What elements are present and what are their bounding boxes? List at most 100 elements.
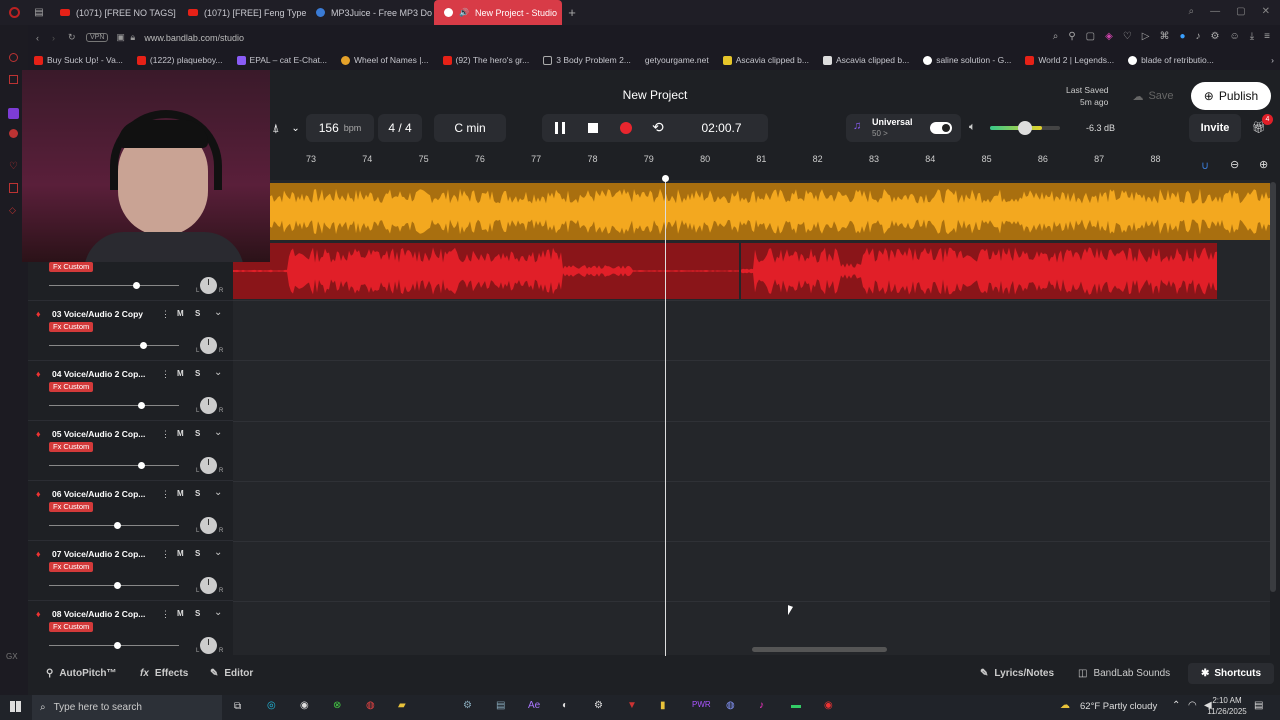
mic-icon[interactable]: ♦ [36, 549, 41, 559]
publish-button[interactable]: ⊕ Publish [1191, 82, 1271, 110]
chevron-down-icon[interactable]: ⌄ [214, 607, 222, 618]
fx-custom-badge[interactable]: Fx Custom [49, 262, 94, 272]
fx-custom-badge[interactable]: Fx Custom [49, 502, 94, 512]
clock-time[interactable]: 2:10 AM [1205, 696, 1249, 705]
lyrics-notes-button[interactable]: ✎ Lyrics/Notes [980, 668, 1054, 679]
bookmark-1[interactable]: Buy Suck Up! - Va... [34, 55, 123, 65]
tempo-control[interactable]: 156 bpm [306, 114, 374, 142]
track-row[interactable]: ♦ 06 Voice/Audio 2 Cop... ⋮ M S ⌄ Fx Custom L R [28, 481, 233, 541]
back-icon[interactable]: ‹ [36, 33, 52, 43]
track-name[interactable]: 06 Voice/Audio 2 Cop... [52, 489, 145, 499]
terminal-icon[interactable]: ▬ [791, 700, 801, 711]
extensions-icon[interactable]: ◇ [9, 205, 16, 216]
track-menu-icon[interactable]: ⋮ [161, 549, 170, 560]
reload-icon[interactable]: ↻ [68, 32, 86, 43]
bookmark-11[interactable]: World 2 | Legends... [1025, 55, 1114, 65]
discord-icon[interactable]: ◍ [726, 700, 735, 711]
fx-custom-badge[interactable]: Fx Custom [49, 382, 94, 392]
solo-button[interactable]: S [195, 429, 200, 438]
track-region-orange[interactable] [270, 183, 1270, 240]
taskbar-search-box[interactable]: ⌕ Type here to search [32, 695, 222, 720]
youtube-icon[interactable] [9, 129, 18, 138]
tab-mp3juice[interactable]: MP3Juice - Free MP3 Do [306, 0, 434, 25]
project-title[interactable]: New Project [590, 88, 720, 102]
site-info-icon[interactable]: ▣ [116, 32, 130, 43]
key-selector[interactable]: C min [434, 114, 506, 142]
track-volume-slider[interactable] [49, 522, 179, 529]
shortcuts-button[interactable]: ✱ Shortcuts [1188, 663, 1274, 684]
more-bookmarks-icon[interactable]: › [1271, 55, 1274, 65]
clock-date[interactable]: 11/26/2025 [1200, 707, 1254, 716]
vertical-scrollbar[interactable] [1270, 182, 1276, 592]
playhead[interactable] [662, 175, 669, 656]
heart-icon[interactable]: ♡ [9, 161, 18, 172]
more-icon[interactable]: GX [6, 652, 18, 661]
bookmark-7[interactable]: getyourgame.net [645, 55, 709, 65]
fx-custom-badge[interactable]: Fx Custom [49, 322, 94, 332]
windows-start-icon[interactable] [10, 701, 21, 712]
zoom-in-icon[interactable]: ⊕ [1259, 158, 1268, 171]
volume-knob[interactable] [1018, 121, 1032, 135]
track-menu-icon[interactable]: ⋮ [161, 609, 170, 620]
chevron-down-icon[interactable]: ⌄ [214, 427, 222, 438]
volume-slider-handle[interactable] [138, 462, 146, 469]
workspaces-icon[interactable]: ▤ [28, 7, 50, 18]
tab-youtube-2[interactable]: (1071) [FREE] Feng Type B [178, 0, 306, 25]
bookmark-4[interactable]: Wheel of Names |... [341, 55, 429, 65]
solo-button[interactable]: S [195, 489, 200, 498]
app-icon[interactable]: PWR [692, 700, 711, 709]
zoom-out-icon[interactable]: ⊖ [1230, 158, 1239, 171]
app-icon[interactable]: ▮ [660, 700, 666, 711]
bandlab-sounds-button[interactable]: ◫ BandLab Sounds [1078, 668, 1170, 679]
pan-knob[interactable] [200, 337, 217, 354]
volume-slider-handle[interactable] [133, 282, 141, 289]
zoom-icon[interactable]: ⌕ [1053, 31, 1059, 42]
pan-knob[interactable] [200, 577, 217, 594]
bookmark-12[interactable]: blade of retributio... [1128, 55, 1214, 65]
volume-icon[interactable]: 🔈︎ [969, 121, 976, 134]
chevron-down-icon[interactable]: ⌄ [214, 547, 222, 558]
track-volume-slider[interactable] [49, 642, 179, 649]
track-volume-slider[interactable] [49, 582, 179, 589]
pin-icon[interactable]: ⚲ [1068, 31, 1075, 42]
tray-chevron-icon[interactable]: ⌃ [1172, 700, 1180, 711]
notification-icon[interactable]: ▤ [1254, 700, 1263, 711]
solo-button[interactable]: S [195, 369, 200, 378]
tab-youtube-1[interactable]: (1071) [FREE NO TAGS] Tr [50, 0, 178, 25]
new-tab-button[interactable]: + [562, 5, 582, 20]
time-signature[interactable]: 4 / 4 [378, 114, 422, 142]
wifi-icon[interactable]: ◠ [1188, 700, 1197, 711]
edge-icon[interactable]: ◉ [300, 700, 309, 711]
xbox-icon[interactable]: ⊗ [333, 700, 341, 711]
pan-knob[interactable] [200, 277, 217, 294]
volume-slider-handle[interactable] [113, 522, 121, 529]
send-icon[interactable]: ▷ [1142, 31, 1150, 42]
volume-slider-handle[interactable] [113, 642, 121, 649]
mic-icon[interactable]: ♦ [36, 369, 41, 379]
volume-slider-handle[interactable] [113, 582, 121, 589]
tiktok-icon[interactable]: ♪ [759, 700, 764, 711]
stop-button[interactable] [588, 123, 598, 133]
bookmark-5[interactable]: (92) The hero's gr... [442, 55, 529, 65]
fx-custom-badge[interactable]: Fx Custom [49, 562, 94, 572]
chrome-icon[interactable]: ◍ [366, 700, 375, 711]
solo-button[interactable]: S [195, 609, 200, 618]
mute-button[interactable]: M [177, 369, 184, 378]
mic-icon[interactable]: ♦ [36, 489, 41, 499]
extension-icon[interactable]: ● [1180, 31, 1186, 42]
master-volume-slider[interactable] [990, 121, 1060, 135]
solo-button[interactable]: S [195, 549, 200, 558]
url-text[interactable]: www.bandlab.com/studio [144, 33, 244, 43]
track-menu-icon[interactable]: ⋮ [161, 309, 170, 320]
record-button[interactable] [620, 122, 632, 134]
vpn-badge[interactable]: VPN [86, 33, 109, 42]
volume-slider-handle[interactable] [139, 342, 147, 349]
pause-button[interactable] [555, 122, 565, 134]
track-menu-icon[interactable]: ⋮ [161, 369, 170, 380]
puzzle-icon[interactable]: ⚙ [1211, 31, 1220, 42]
track-volume-slider[interactable] [49, 282, 179, 289]
autopitch-button[interactable]: ⚲ AutoPitch™ [46, 668, 117, 679]
track-name[interactable]: 07 Voice/Audio 2 Cop... [52, 549, 145, 559]
task-view-icon[interactable]: ⧉ [234, 701, 241, 712]
timeline-ruler[interactable]: 73 74 75 76 77 78 79 80 81 82 83 84 85 86 87 88 [270, 150, 1280, 170]
